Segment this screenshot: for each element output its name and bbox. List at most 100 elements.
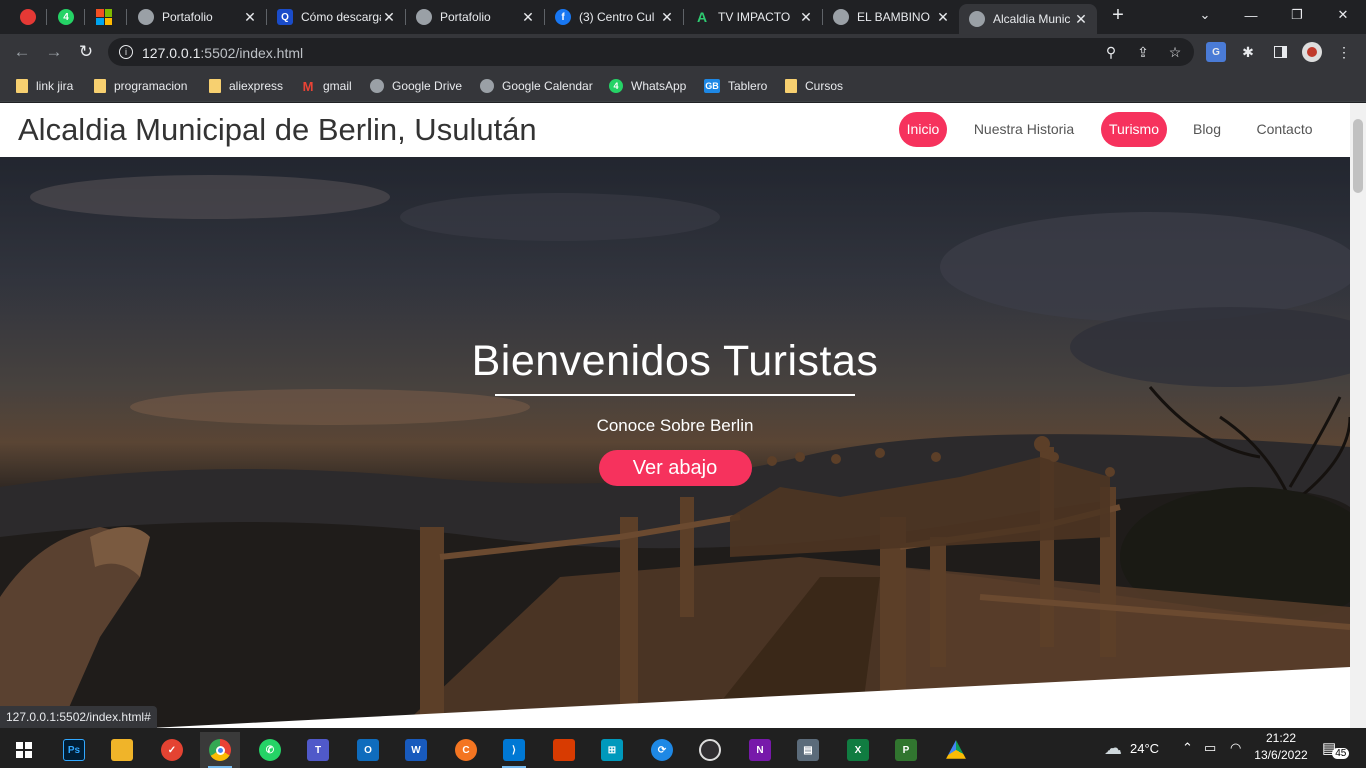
- tab-tv-impacto[interactable]: A TV IMPACTO ✕: [684, 4, 822, 30]
- nav-nuestra-historia[interactable]: Nuestra Historia: [965, 112, 1083, 147]
- bookmark-programacion[interactable]: programacion: [94, 77, 187, 95]
- bookmark-label: Cursos: [805, 79, 844, 93]
- project-icon: P: [895, 739, 917, 761]
- bookmark-link-jira[interactable]: link jira: [16, 77, 73, 95]
- new-tab-button[interactable]: +: [1100, 0, 1136, 30]
- close-icon[interactable]: ✕: [659, 9, 675, 26]
- info-icon[interactable]: i: [117, 43, 135, 61]
- menu-kebab-icon[interactable]: ⋮: [1334, 42, 1354, 62]
- tv-impacto-icon: A: [696, 9, 708, 25]
- taskbar-vscode[interactable]: ⟩: [494, 732, 534, 768]
- weather-temp: 24°C: [1130, 740, 1160, 756]
- bookmark-tablero[interactable]: GB Tablero: [704, 77, 767, 95]
- hero-section: Bienvenidos Turistas Conoce Sobre Berlin…: [0, 157, 1350, 728]
- close-icon[interactable]: ✕: [1073, 11, 1089, 28]
- tab-alcaldia-active[interactable]: Alcaldia Munic ✕: [959, 4, 1097, 34]
- taskbar-sync-app[interactable]: ⟳: [642, 732, 682, 768]
- tab-centro-cultural[interactable]: f (3) Centro Cul ✕: [545, 4, 683, 30]
- address-bar[interactable]: i 127.0.0.1:5502/index.html ⚲ ⇪ ☆: [108, 38, 1194, 66]
- nav-inicio[interactable]: Inicio: [899, 112, 947, 147]
- taskbar-teams[interactable]: T: [298, 732, 338, 768]
- scrollbar-thumb[interactable]: [1353, 119, 1363, 193]
- bookmark-google-calendar[interactable]: Google Calendar: [480, 77, 593, 95]
- sync-icon: ⟳: [651, 739, 673, 761]
- taskbar-excel[interactable]: X: [838, 732, 878, 768]
- taskbar-file-explorer[interactable]: [102, 732, 142, 768]
- bookmark-whatsapp[interactable]: 4 WhatsApp: [609, 77, 686, 95]
- side-panel-icon[interactable]: [1270, 42, 1290, 62]
- bookmark-gmail[interactable]: M gmail: [301, 77, 352, 95]
- pinned-tab-whatsapp[interactable]: 4: [52, 5, 80, 29]
- taskbar-whatsapp[interactable]: ✆: [250, 732, 290, 768]
- tray-overflow[interactable]: ⌃: [1182, 728, 1193, 768]
- bookmark-label: Tablero: [728, 79, 768, 93]
- notification-center[interactable]: ▤ 45: [1322, 728, 1350, 768]
- tab-portafolio-1[interactable]: Portafolio ✕: [128, 4, 266, 30]
- clock[interactable]: 21:22 13/6/2022: [1250, 730, 1312, 764]
- taskbar-onenote[interactable]: N: [740, 732, 780, 768]
- close-icon[interactable]: ✕: [935, 9, 951, 26]
- taskbar-photoshop[interactable]: Ps: [54, 732, 94, 768]
- network-icon: ⊞: [601, 739, 623, 761]
- microsoft-icon: [96, 9, 112, 25]
- tab-title: Cómo descarga: [301, 10, 381, 24]
- taskbar-project[interactable]: P: [886, 732, 926, 768]
- back-button[interactable]: ←: [9, 39, 35, 65]
- folder-icon: [111, 739, 133, 761]
- close-window-button[interactable]: ✕: [1320, 0, 1366, 30]
- taskbar-crunchyroll[interactable]: C: [446, 732, 486, 768]
- bookmark-star-icon[interactable]: ☆: [1166, 43, 1184, 61]
- close-icon[interactable]: ✕: [242, 9, 258, 26]
- close-icon[interactable]: ✕: [381, 9, 397, 26]
- globe-icon: [833, 9, 849, 25]
- battery-icon[interactable]: ▭: [1204, 728, 1216, 768]
- page-scrollbar[interactable]: [1350, 103, 1366, 728]
- google-drive-icon: [946, 740, 966, 759]
- pinned-tab-microsoft[interactable]: [90, 5, 118, 29]
- weather-widget[interactable]: ☁ 24°C: [1104, 728, 1159, 768]
- minimize-button[interactable]: —: [1228, 0, 1274, 30]
- close-icon[interactable]: ✕: [520, 9, 536, 26]
- start-button[interactable]: [4, 732, 44, 768]
- gb-icon: GB: [704, 79, 720, 93]
- tab-como-descargar[interactable]: Q Cómo descarga ✕: [267, 4, 405, 30]
- bookmark-google-drive[interactable]: Google Drive: [370, 77, 462, 95]
- nav-turismo[interactable]: Turismo: [1101, 112, 1167, 147]
- bookmark-aliexpress[interactable]: aliexpress: [209, 77, 283, 95]
- windows-icon: [16, 742, 32, 758]
- tab-el-bambino[interactable]: EL BAMBINO ✕: [823, 4, 959, 30]
- reload-button[interactable]: ↻: [73, 39, 99, 65]
- crunchyroll-icon: C: [455, 739, 477, 761]
- share-icon[interactable]: ⇪: [1134, 43, 1152, 61]
- tab-title: Portafolio: [162, 10, 213, 24]
- taskbar-chrome[interactable]: [200, 732, 240, 768]
- whatsapp-icon: ✆: [259, 739, 281, 761]
- ver-abajo-button[interactable]: Ver abajo: [598, 450, 752, 486]
- site-title: Alcaldia Municipal de Berlin, Usulután: [18, 112, 537, 147]
- nav-blog[interactable]: Blog: [1185, 112, 1229, 147]
- profile-avatar[interactable]: [1302, 42, 1322, 62]
- wifi-icon[interactable]: ◠: [1230, 728, 1241, 768]
- taskbar-office[interactable]: [544, 732, 584, 768]
- pinned-tab-cliente[interactable]: [14, 5, 42, 29]
- taskbar-scanner[interactable]: ▤: [788, 732, 828, 768]
- bookmark-cursos[interactable]: Cursos: [785, 77, 843, 95]
- close-icon[interactable]: ✕: [798, 9, 814, 26]
- restore-button[interactable]: ❐: [1274, 0, 1320, 30]
- tab-portafolio-2[interactable]: Portafolio ✕: [406, 4, 544, 30]
- extensions-puzzle-icon[interactable]: ✱: [1238, 42, 1258, 62]
- folder-icon: [94, 79, 106, 93]
- taskbar-word[interactable]: W: [396, 732, 436, 768]
- taskbar-network-app[interactable]: ⊞: [592, 732, 632, 768]
- globe-icon: [480, 79, 494, 93]
- tab-search-button[interactable]: ⌄: [1182, 0, 1228, 30]
- forward-button[interactable]: →: [41, 39, 67, 65]
- taskbar-obs[interactable]: [690, 732, 730, 768]
- nav-contacto[interactable]: Contacto: [1247, 112, 1322, 147]
- taskbar-google-drive[interactable]: [936, 732, 976, 768]
- taskbar-todoist[interactable]: ✓: [152, 732, 192, 768]
- vscode-icon: ⟩: [503, 739, 525, 761]
- translate-icon[interactable]: G: [1206, 42, 1226, 62]
- taskbar-outlook[interactable]: O: [348, 732, 388, 768]
- zoom-icon[interactable]: ⚲: [1102, 43, 1120, 61]
